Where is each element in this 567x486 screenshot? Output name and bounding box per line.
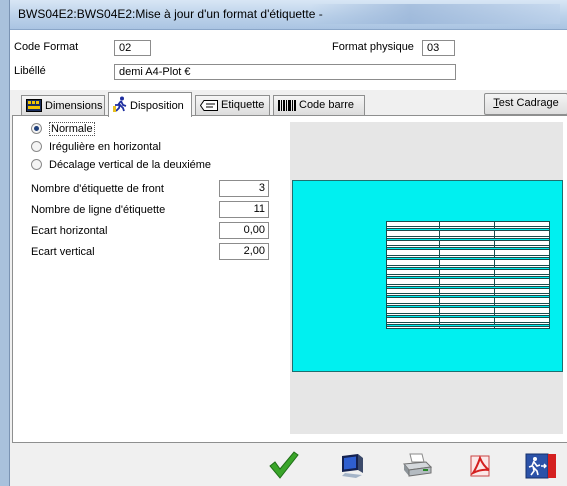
format-physique-field[interactable]: 03 [422,40,455,56]
radio-normale-dot[interactable] [31,123,42,134]
computer-monitor-icon [342,454,363,478]
exit-door-icon [525,453,556,479]
preview-row-line [387,284,549,285]
pdf-icon [470,455,490,477]
tab-disposition[interactable]: Disposition [108,92,192,117]
radio-irreguliere[interactable]: Irégulière en horizontal [31,141,161,153]
preview-row-gap [387,324,549,327]
preview-row-gap [387,295,549,298]
nb-etiquette-front-field[interactable]: 3 [219,180,269,197]
ecart-vertical-label: Ecart vertical [31,246,95,258]
label-icon [199,100,218,114]
label-layout-preview [290,122,563,434]
app-window: BWS04E2:BWS04E2:Mise à jour d'un format … [9,0,567,486]
nb-ligne-etiquette-field[interactable]: 11 [219,201,269,218]
radio-decalage[interactable]: Décalage vertical de la deuxiéme [31,159,211,171]
validate-check-icon [269,451,299,479]
preview-row-line [387,274,549,275]
preview-row-line [387,293,549,294]
preview-row-line [387,322,549,323]
nb-etiquette-front-label: Nombre d'étiquette de front [31,183,164,195]
test-cadrage-label: est Cadrage [498,97,559,109]
preview-row-gap [387,276,549,279]
nb-ligne-etiquette-label: Nombre de ligne d'étiquette [31,204,166,216]
runner-icon [113,96,127,115]
preview-row-line [387,255,549,256]
preview-row-line [387,265,549,266]
test-cadrage-button[interactable]: Test Cadrage [484,93,567,115]
ecart-vertical-field[interactable]: 2,00 [219,243,269,260]
tab-code-barre[interactable]: Code barre [273,95,365,115]
preview-row-gap [387,305,549,308]
dimensions-icon [26,99,42,115]
printer-icon [403,453,433,477]
title-bar-glass [310,4,560,24]
tab-disposition-label: Disposition [130,100,184,112]
preview-row-gap [387,286,549,289]
ecart-horizontal-field[interactable]: 0,00 [219,222,269,239]
radio-normale-label: Normale [49,122,95,136]
preview-sheet [292,180,563,372]
preview-row-gap [387,228,549,231]
barcode-icon [278,100,296,114]
preview-row-gap [387,257,549,260]
preview-row-gap [387,315,549,318]
header-section: Code Format 02 Format physique 03 Libéll… [10,30,567,90]
preview-row-gap [387,267,549,270]
tab-etiquette[interactable]: Etiquette [195,95,270,115]
tab-code-barre-label: Code barre [299,99,355,111]
exit-button[interactable] [524,448,560,482]
radio-decalage-dot[interactable] [31,159,42,170]
window-title: BWS04E2:BWS04E2:Mise à jour d'un format … [18,7,323,21]
title-bar[interactable]: BWS04E2:BWS04E2:Mise à jour d'un format … [10,0,567,30]
radio-normale[interactable]: Normale [31,122,95,136]
preview-label-grid [386,221,550,329]
disposition-panel: Normale Irégulière en horizontal Décalag… [12,115,567,443]
code-format-field[interactable]: 02 [114,40,151,56]
preview-row-line [387,236,549,237]
radio-decalage-label: Décalage vertical de la deuxiéme [49,159,212,171]
ecart-horizontal-label: Ecart horizontal [31,225,108,237]
libelle-label: Libéllé [14,65,46,77]
libelle-field[interactable]: demi A4-Plot € [114,64,456,80]
radio-irreguliere-label: Irégulière en horizontal [49,141,161,153]
format-physique-label: Format physique [332,41,414,53]
preview-row-line [387,313,549,314]
validate-button[interactable] [266,448,302,482]
preview-row-line [387,303,549,304]
pdf-export-button[interactable] [465,448,501,482]
tab-etiquette-label: Etiquette [221,99,265,111]
preview-row-line [387,245,549,246]
preview-row-gap [387,247,549,250]
print-button[interactable] [400,448,436,482]
screen-preview-button[interactable] [336,448,372,482]
code-format-label: Code Format [14,41,79,53]
preview-row-line [387,226,549,227]
preview-row-gap [387,238,549,241]
tab-dimensions-label: Dimensions [45,100,103,112]
tab-dimensions[interactable]: Dimensions [21,95,105,115]
bottom-toolbar [10,444,567,486]
radio-irreguliere-dot[interactable] [31,141,42,152]
